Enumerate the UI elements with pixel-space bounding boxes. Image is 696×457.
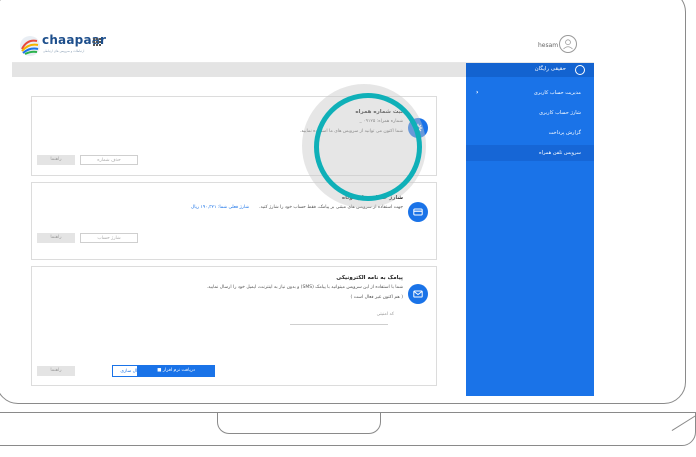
username[interactable]: hesam — [538, 42, 558, 49]
sidebar-account-header: حقیقی رایگان — [466, 63, 594, 77]
security-code-placeholder: کد امنیتی — [376, 312, 394, 317]
sidebar-item-account-management[interactable]: مدیریت حساب کاربری ‹ — [466, 85, 594, 101]
sidebar-item-label: شارژ حساب کاربری — [539, 110, 581, 116]
logo-icon — [20, 36, 40, 56]
top-bar: chaapaar ارتباطات و سرویس های ارتباطی he… — [12, 30, 594, 63]
sidebar-item-label: مدیریت حساب کاربری — [533, 90, 581, 96]
envelope-icon — [408, 284, 428, 304]
sidebar-item-payment-report[interactable]: گزارش پرداخت — [466, 125, 594, 141]
chevron-left-icon: ‹ — [476, 89, 479, 96]
card-description: جهت استفاده از سرویس های مبتنی بر پیامک،… — [259, 205, 403, 210]
user-icon[interactable] — [559, 35, 577, 53]
sidebar-item-label: گزارش پرداخت — [548, 130, 581, 136]
laptop-notch — [217, 412, 381, 434]
status-text: ( هم اکنون غیر فعال است ) — [350, 295, 403, 300]
breadcrumb-strip — [12, 63, 466, 77]
highlight-ring — [314, 93, 422, 201]
account-user-icon — [575, 65, 585, 75]
help-button[interactable]: راهنما — [37, 366, 75, 376]
sidebar-item-label: سرویس تلفن همراه — [539, 150, 581, 156]
screen: chaapaar ارتباطات و سرویس های ارتباطی he… — [12, 30, 594, 396]
account-type-label: حقیقی رایگان — [534, 66, 566, 72]
help-button[interactable]: راهنما — [37, 155, 75, 165]
help-button[interactable]: راهنما — [37, 233, 75, 243]
download-app-button[interactable]: ■ دریافت نرم افزار — [137, 365, 215, 377]
security-code-input[interactable] — [290, 324, 388, 325]
charge-account-button[interactable]: شارژ حساب — [80, 233, 138, 243]
card-icon — [408, 202, 428, 222]
sidebar-item-account-charge[interactable]: شارژ حساب کاربری — [466, 105, 594, 121]
sidebar-item-mobile-service[interactable]: سرویس تلفن همراه — [466, 145, 594, 161]
grid-icon[interactable] — [93, 38, 101, 46]
download-label: دریافت نرم افزار — [162, 368, 195, 373]
balance-text: شارژ فعلی شما: ۱۹۰,۳۲۱ ریال — [190, 205, 249, 210]
delete-number-button[interactable]: حذف شماره — [80, 155, 138, 165]
card-description: شما با استفاده از این سرویس میتوانید با … — [206, 285, 403, 290]
sidebar: حقیقی رایگان مدیریت حساب کاربری ‹ شارژ ح… — [466, 63, 594, 396]
card-title: پیامک به نامه الکترونیکی — [336, 275, 403, 281]
sms-to-email-card: پیامک به نامه الکترونیکی شما با استفاده … — [31, 266, 437, 386]
brand-tagline: ارتباطات و سرویس های ارتباطی — [43, 49, 85, 53]
